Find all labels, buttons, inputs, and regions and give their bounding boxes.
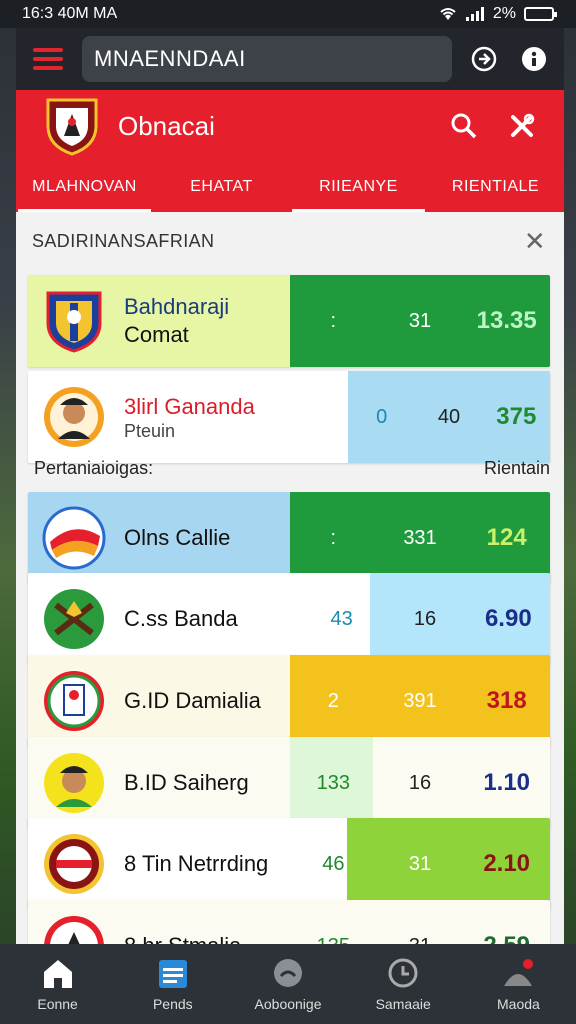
stat-2: 40 — [437, 405, 461, 428]
stat-1: : — [330, 526, 337, 549]
stat-1: 0 — [376, 405, 388, 428]
table-subheader: Pertaniaioigas: Rientain — [34, 458, 550, 488]
top-bar: MNAENNDAAI — [16, 28, 564, 90]
wifi-icon — [440, 8, 456, 20]
subheader-right: Rientain — [483, 458, 550, 478]
table-row[interactable]: 8 Tin Netrrding 46 31 2.10 — [28, 818, 550, 910]
tools-icon[interactable] — [508, 112, 536, 140]
clock-icon — [388, 958, 418, 988]
bottom-nav: Eonne Pends Aoboonige Samaaie Maoda — [0, 944, 576, 1024]
stat-2: 16 — [413, 607, 437, 630]
tab-2[interactable]: RIIEANYE — [290, 162, 427, 212]
tab-1[interactable]: EHATAT — [153, 162, 290, 212]
table-row[interactable]: 3lirl Gananda Pteuin 0 40 375 — [28, 371, 550, 463]
team-logo-icon — [44, 834, 104, 894]
nav-pends[interactable]: Pends — [115, 944, 230, 1024]
table-row[interactable]: Bahdnaraji Comat : 31 13.35 — [28, 275, 550, 367]
stat-1: 43 — [330, 607, 353, 630]
team-name: B.ID Saiherg — [124, 770, 249, 795]
team-logo-icon — [46, 291, 102, 353]
brand-name: Obnacai — [118, 110, 215, 141]
nav-maoda[interactable]: Maoda — [461, 944, 576, 1024]
team-name: G.ID Damialia — [124, 688, 261, 713]
stat-3: 2.10 — [483, 850, 531, 877]
refresh-icon[interactable] — [466, 41, 502, 77]
nav-aoboonige[interactable]: Aoboonige — [230, 944, 345, 1024]
tab-0[interactable]: MLAHNOVAN — [16, 162, 153, 212]
stat-1: 135 — [290, 935, 377, 945]
stat-1: 46 — [322, 852, 345, 875]
team-logo-icon — [44, 916, 104, 944]
stat-2: 331 — [403, 526, 437, 549]
stat-2: 31 — [377, 935, 464, 945]
stat-2: 16 — [408, 771, 432, 794]
stat-2: 31 — [408, 309, 432, 332]
table-row[interactable]: 8 hr Stmalia 135 31 2.59 — [28, 900, 550, 944]
stat-3: 13.35 — [476, 307, 537, 334]
team-logo-icon — [44, 671, 104, 731]
more-icon[interactable] — [516, 41, 552, 77]
stat-2: 31 — [408, 852, 432, 875]
team-name: C.ss Banda — [124, 606, 238, 631]
table-row[interactable]: B.ID Saiherg 133 16 1.10 — [28, 737, 550, 829]
team-name: Olns Callie — [124, 525, 231, 550]
stat-2: 391 — [403, 689, 437, 712]
stat-3: 2.59 — [463, 932, 550, 944]
signal-icon — [465, 7, 484, 21]
calendar-icon — [158, 960, 187, 988]
team-name: Bahdnaraji — [124, 294, 230, 319]
team-logo-icon — [44, 753, 104, 813]
menu-icon[interactable] — [28, 39, 68, 79]
ball-icon — [274, 959, 302, 987]
profile-icon — [504, 959, 534, 986]
table-row[interactable]: Olns Callie : 331 124 — [28, 492, 550, 584]
table-row[interactable]: G.ID Damialia 2 391 318 — [28, 655, 550, 747]
brand-bar: Obnacai — [16, 90, 564, 162]
table-row[interactable]: C.ss Banda 43 16 6.90 — [28, 573, 550, 665]
club-crest-icon — [46, 98, 98, 156]
status-time: 16:3 40M MA — [22, 5, 118, 22]
section-header: SADIRINANSAFRIAN ✕ — [16, 212, 564, 270]
team-logo-icon — [44, 387, 104, 447]
tab-3[interactable]: RIENTIALE — [427, 162, 564, 212]
stat-3: 318 — [486, 687, 527, 714]
section-title: SADIRINANSAFRIAN — [32, 230, 215, 251]
team-sub: Pteuin — [124, 420, 176, 441]
nav-home[interactable]: Eonne — [0, 944, 115, 1024]
team-name: 8 Tin Netrrding — [124, 851, 269, 876]
stat-3: 1.10 — [483, 769, 531, 796]
status-icons: 2% — [439, 5, 557, 23]
subheader-left: Pertaniaioigas: — [34, 458, 154, 478]
close-icon[interactable]: ✕ — [524, 226, 546, 257]
stat-3: 124 — [486, 524, 527, 551]
team-sub: Comat — [124, 322, 189, 347]
status-bar: 16:3 40M MA 2% — [0, 0, 576, 28]
stat-3: 375 — [496, 403, 537, 430]
search-input[interactable]: MNAENNDAAI — [82, 36, 452, 82]
battery-icon — [524, 7, 557, 21]
nav-samaaie[interactable]: Samaaie — [346, 944, 461, 1024]
team-logo-icon — [44, 589, 104, 649]
stat-1: 133 — [316, 771, 351, 794]
search-icon[interactable] — [450, 112, 478, 140]
battery-percent: 2% — [492, 5, 516, 22]
team-name: 8 hr Stmalia — [124, 932, 241, 944]
stat-1: 2 — [327, 689, 339, 712]
stat-3: 6.90 — [484, 605, 532, 632]
app-window: MNAENNDAAI Obnacai MLAHNOVAN EHATAT RIIE… — [16, 28, 564, 944]
team-logo-icon — [42, 506, 106, 570]
home-icon — [43, 960, 72, 988]
tab-bar: MLAHNOVAN EHATAT RIIEANYE RIENTIALE — [16, 162, 564, 212]
stat-1: : — [330, 309, 337, 332]
team-name: 3lirl Gananda — [124, 393, 255, 419]
